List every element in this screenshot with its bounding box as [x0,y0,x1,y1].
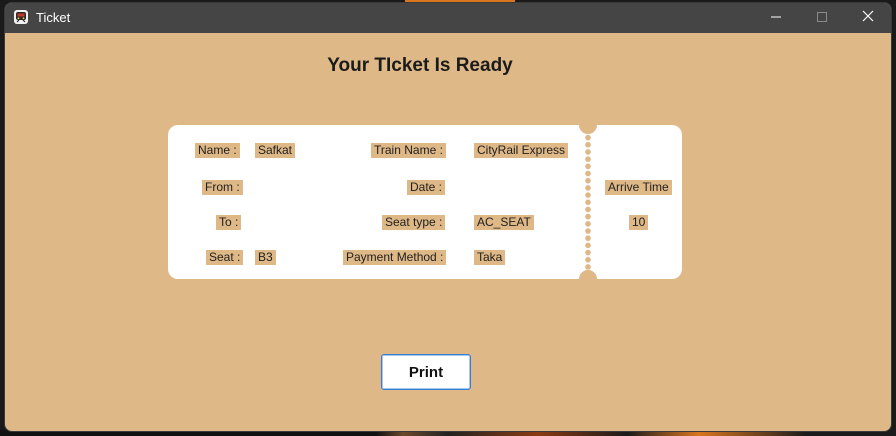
date-label: Date : [407,180,446,195]
arrive-time-label: Arrive Time [605,180,672,195]
name-label: Name : [195,143,240,158]
print-button[interactable]: Print [381,354,471,390]
ticket-notch-bottom [579,270,597,288]
minimize-button[interactable] [753,3,799,33]
close-button[interactable] [845,3,891,33]
seat-type-value: AC_SEAT [474,215,534,230]
train-name-value: CityRail Express [474,143,569,158]
train-name-label: Train Name : [371,143,446,158]
minimize-icon [771,9,781,27]
seat-value: B3 [255,250,276,265]
seat-label: Seat : [206,250,244,265]
arrive-time-value: 10 [629,215,649,230]
maximize-button[interactable] [799,3,845,33]
name-value: Safkat [255,143,296,158]
from-label: From : [202,180,243,195]
title-bar[interactable]: Ticket [5,3,891,33]
payment-method-label: Payment Method : [343,250,447,265]
train-app-icon [14,10,28,24]
ticket-perforation [585,134,591,270]
window-title: Ticket [36,10,71,25]
payment-method-value: Taka [474,250,506,265]
ticket-card: Name : From : To : Seat : Safkat B3 Trai… [168,116,682,288]
ticket-notch-top [579,116,597,134]
to-label: To : [216,215,242,230]
maximize-icon [817,9,827,27]
seat-type-label: Seat type : [382,215,446,230]
page-title: Your TIcket Is Ready [327,55,513,76]
close-icon [862,9,874,27]
ticket-window: Ticket Your TIcket Is Ready Name : From … [5,3,891,431]
